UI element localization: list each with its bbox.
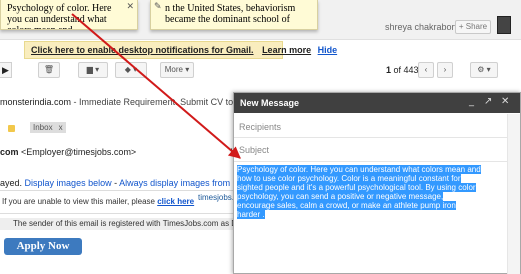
recipients-field[interactable]: Recipients bbox=[234, 114, 520, 138]
learn-more-link[interactable]: Learn more bbox=[262, 45, 311, 55]
remove-label-icon[interactable]: x bbox=[59, 123, 63, 132]
enable-notifications-link[interactable]: Click here to enable desktop notificatio… bbox=[31, 45, 254, 55]
move-to-folder-icon[interactable]: ▆ ▾ bbox=[78, 62, 108, 78]
subject-field[interactable]: Subject bbox=[234, 138, 520, 162]
more-button[interactable]: More ▾ bbox=[160, 62, 194, 78]
from-prefix: com bbox=[0, 147, 19, 157]
trash-icon[interactable]: 🗑 bbox=[38, 62, 60, 78]
compose-body[interactable]: Psychology of color. Here you can unders… bbox=[237, 165, 481, 219]
dnr-notice: The sender of this email is registered w… bbox=[0, 218, 234, 230]
desktop-notification-bar: Click here to enable desktop notificatio… bbox=[24, 41, 337, 59]
images-prefix: ayed. bbox=[0, 178, 23, 188]
email-subject-line: monsterindia.com - Immediate Requirement… bbox=[0, 97, 235, 109]
close-icon[interactable]: ✕ bbox=[501, 96, 509, 107]
apply-now-button[interactable]: Apply Now bbox=[4, 238, 82, 255]
gear-icon[interactable]: ⚙ ▾ bbox=[470, 62, 498, 78]
from-email: <Employer@timesjobs.com> bbox=[18, 147, 137, 157]
minimize-icon[interactable]: _ bbox=[469, 96, 474, 107]
pager-count: 1 of 443 bbox=[386, 65, 419, 75]
unable-to-view-line: If you are unable to view this mailer, p… bbox=[2, 197, 194, 206]
selected-body-text: Psychology of color. Here you can unders… bbox=[237, 165, 481, 219]
compose-scrollbar[interactable] bbox=[507, 114, 520, 274]
compose-header[interactable]: New Message bbox=[234, 93, 520, 113]
close-icon[interactable]: ✕ bbox=[126, 2, 134, 13]
compose-title: New Message bbox=[240, 98, 300, 108]
popup-1-text: Psychology of color. Here you can unders… bbox=[7, 3, 112, 29]
compose-window: New Message _ ↗ ✕ Recipients Subject Psy… bbox=[233, 92, 521, 274]
inbox-label: Inbox bbox=[33, 123, 53, 132]
inbox-label-tag: Inbox x bbox=[30, 122, 66, 133]
label-icon[interactable]: ◆ ▾ bbox=[115, 62, 147, 78]
archive-button[interactable]: ▶ bbox=[0, 62, 12, 78]
sender-site: monsterindia.com bbox=[0, 97, 72, 107]
next-icon[interactable]: › bbox=[437, 62, 453, 78]
highlight-popup-2: ✎ n the United States, behaviorism becam… bbox=[150, 0, 318, 30]
hide-link[interactable]: Hide bbox=[318, 45, 338, 55]
share-button[interactable]: + Share bbox=[455, 20, 491, 34]
from-line: com <Employer@timesjobs.com> bbox=[0, 147, 136, 157]
email-subject: - Immediate Requirement. Submit CV to Ap… bbox=[73, 97, 235, 107]
important-marker-icon[interactable] bbox=[8, 125, 15, 132]
pager-total: of 443 bbox=[393, 65, 419, 75]
edit-icon[interactable]: ✎ bbox=[154, 2, 162, 13]
expand-icon[interactable]: ↗ bbox=[484, 96, 492, 107]
avatar[interactable] bbox=[497, 16, 511, 34]
click-here-link[interactable]: click here bbox=[157, 197, 194, 206]
display-images-link[interactable]: Display images below bbox=[25, 178, 112, 188]
popup-2-text: n the United States, behaviorism became … bbox=[165, 3, 296, 25]
pager-range: 1 bbox=[386, 65, 392, 75]
previous-icon[interactable]: ‹ bbox=[418, 62, 434, 78]
user-name[interactable]: shreya chakraborty bbox=[385, 22, 462, 32]
unable-text: If you are unable to view this mailer, p… bbox=[2, 197, 158, 206]
highlight-popup-1: Psychology of color. Here you can unders… bbox=[0, 0, 138, 30]
